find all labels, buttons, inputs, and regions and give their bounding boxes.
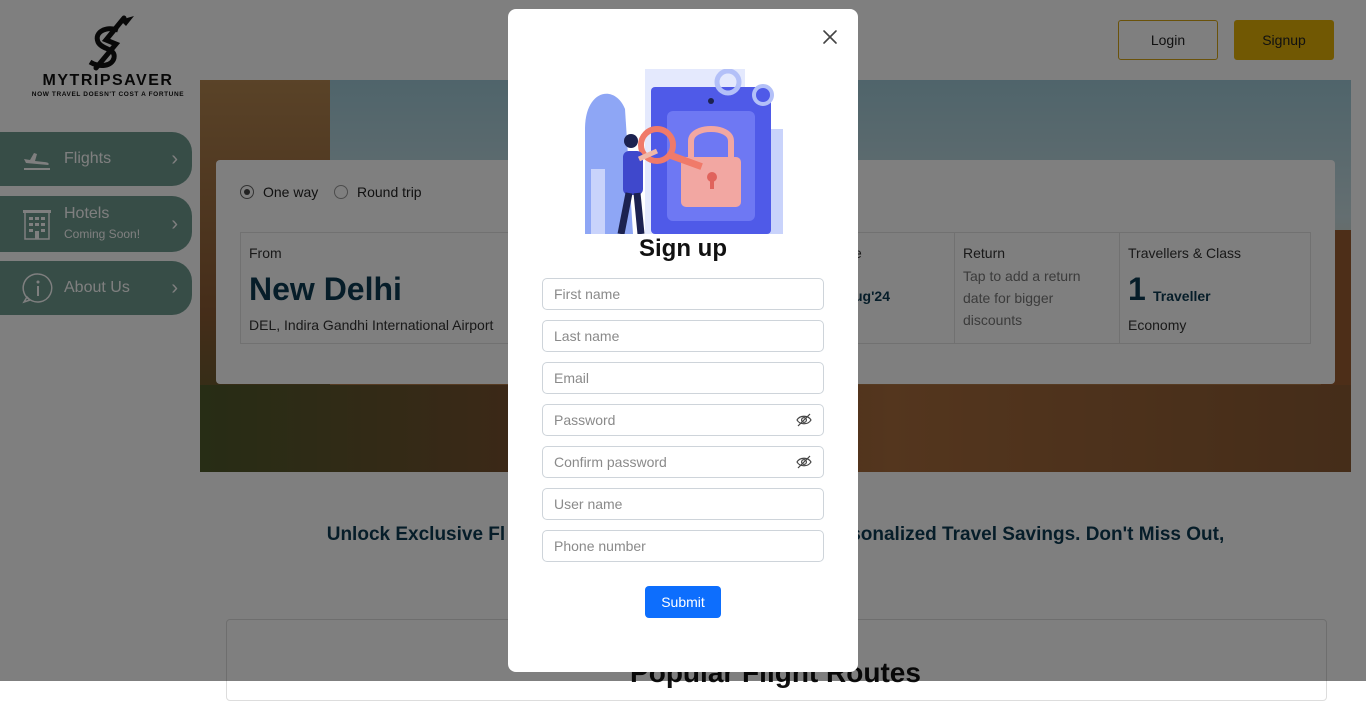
- signup-modal: Sign up Submit: [508, 9, 858, 672]
- phone-number-field[interactable]: [542, 530, 824, 562]
- submit-button[interactable]: Submit: [645, 586, 721, 618]
- first-name-field[interactable]: [542, 278, 824, 310]
- security-lock-illustration: [585, 69, 783, 234]
- eye-slash-icon[interactable]: [796, 454, 812, 470]
- email-field[interactable]: [542, 362, 824, 394]
- password-field[interactable]: [542, 404, 824, 436]
- last-name-field[interactable]: [542, 320, 824, 352]
- user-name-field[interactable]: [542, 488, 824, 520]
- eye-slash-icon[interactable]: [796, 412, 812, 428]
- close-icon[interactable]: [820, 27, 840, 47]
- signup-title: Sign up: [639, 235, 727, 262]
- confirm-password-field[interactable]: [542, 446, 824, 478]
